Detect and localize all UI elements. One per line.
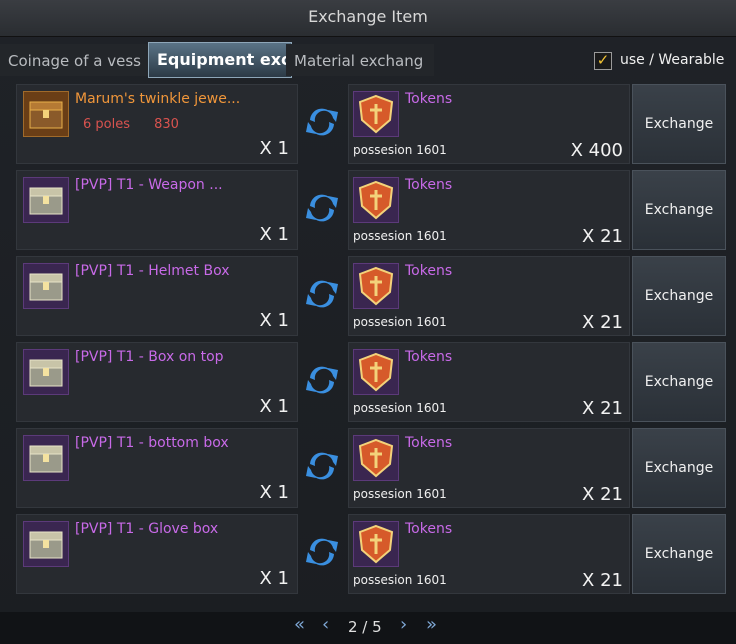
token-name: Tokens <box>405 91 453 107</box>
exchange-list: Marum's twinkle jewe... 6 poles 830 X 1 … <box>12 84 728 604</box>
first-page-icon[interactable]: « <box>294 614 305 635</box>
reward-qty: X 1 <box>259 310 289 331</box>
exchange-arrow-icon <box>302 446 342 486</box>
cost-cell[interactable]: Tokens possesion 1601 X 21 <box>348 170 630 250</box>
token-icon <box>353 263 399 309</box>
possession-count: possesion 1601 <box>353 573 447 587</box>
chest-icon <box>23 521 69 567</box>
exchange-row: [PVP] T1 - Box on top X 1 Tokens possesi… <box>12 342 728 422</box>
exchange-row: [PVP] T1 - bottom box X 1 Tokens possesi… <box>12 428 728 508</box>
cost-cell[interactable]: Tokens possesion 1601 X 21 <box>348 256 630 336</box>
chest-icon <box>23 435 69 481</box>
reward-cell[interactable]: [PVP] T1 - Box on top X 1 <box>16 342 298 422</box>
page-indicator: 2 / 5 <box>348 618 382 636</box>
exchange-button[interactable]: Exchange <box>632 342 726 422</box>
reward-qty: X 1 <box>259 482 289 503</box>
possession-count: possesion 1601 <box>353 487 447 501</box>
reward-cell[interactable]: [PVP] T1 - Helmet Box X 1 <box>16 256 298 336</box>
stat-value: 830 <box>154 117 179 132</box>
cost-cell[interactable]: Tokens possesion 1601 X 21 <box>348 428 630 508</box>
exchange-arrow-icon <box>302 102 342 142</box>
reward-name: [PVP] T1 - Helmet Box <box>75 263 230 279</box>
exchange-button[interactable]: Exchange <box>632 256 726 336</box>
reward-qty: X 1 <box>259 396 289 417</box>
reward-name: Marum's twinkle jewe... <box>75 91 241 107</box>
prev-page-icon[interactable]: ‹ <box>322 614 329 635</box>
wearable-checkbox[interactable]: ✓ <box>594 52 612 70</box>
cost-cell[interactable]: Tokens possesion 1601 X 21 <box>348 514 630 594</box>
chest-icon <box>23 177 69 223</box>
token-icon <box>353 521 399 567</box>
chest-icon <box>23 91 69 137</box>
window-title: Exchange Item <box>0 0 736 37</box>
possession-count: possesion 1601 <box>353 401 447 415</box>
exchange-button[interactable]: Exchange <box>632 428 726 508</box>
possession-count: possesion 1601 <box>353 143 447 157</box>
cost-qty: X 21 <box>582 484 623 505</box>
possession-count: possesion 1601 <box>353 315 447 329</box>
reward-name: [PVP] T1 - bottom box <box>75 435 229 451</box>
token-name: Tokens <box>405 435 453 451</box>
exchange-arrow-icon <box>302 360 342 400</box>
token-name: Tokens <box>405 177 453 193</box>
tab-material[interactable]: Material exchang <box>286 44 434 76</box>
tab-coinage[interactable]: Coinage of a vess <box>0 44 148 76</box>
wearable-label: use / Wearable <box>620 52 725 68</box>
pagination: « ‹ 2 / 5 › » <box>0 612 736 644</box>
last-page-icon[interactable]: » <box>426 614 437 635</box>
exchange-button[interactable]: Exchange <box>632 514 726 594</box>
reward-cell[interactable]: [PVP] T1 - Weapon ... X 1 <box>16 170 298 250</box>
token-name: Tokens <box>405 349 453 365</box>
token-name: Tokens <box>405 263 453 279</box>
cost-qty: X 21 <box>582 570 623 591</box>
exchange-arrow-icon <box>302 274 342 314</box>
next-page-icon[interactable]: › <box>400 614 407 635</box>
tab-equipment[interactable]: Equipment excl <box>148 42 292 78</box>
possession-count: possesion 1601 <box>353 229 447 243</box>
cost-qty: X 21 <box>582 226 623 247</box>
reward-qty: X 1 <box>259 224 289 245</box>
reward-qty: X 1 <box>259 138 289 159</box>
token-name: Tokens <box>405 521 453 537</box>
reward-cell[interactable]: Marum's twinkle jewe... 6 poles 830 X 1 <box>16 84 298 164</box>
reward-cell[interactable]: [PVP] T1 - bottom box X 1 <box>16 428 298 508</box>
reward-name: [PVP] T1 - Weapon ... <box>75 177 223 193</box>
exchange-row: [PVP] T1 - Helmet Box X 1 Tokens possesi… <box>12 256 728 336</box>
exchange-window: Exchange Item Coinage of a vess Equipmen… <box>0 0 736 644</box>
cost-cell[interactable]: Tokens possesion 1601 X 400 <box>348 84 630 164</box>
exchange-row: [PVP] T1 - Weapon ... X 1 Tokens possesi… <box>12 170 728 250</box>
cost-qty: X 21 <box>582 398 623 419</box>
token-icon <box>353 91 399 137</box>
token-icon <box>353 435 399 481</box>
cost-qty: X 400 <box>570 140 623 161</box>
exchange-row: [PVP] T1 - Glove box X 1 Tokens possesio… <box>12 514 728 594</box>
reward-qty: X 1 <box>259 568 289 589</box>
exchange-row: Marum's twinkle jewe... 6 poles 830 X 1 … <box>12 84 728 164</box>
cost-qty: X 21 <box>582 312 623 333</box>
chest-icon <box>23 263 69 309</box>
exchange-arrow-icon <box>302 532 342 572</box>
token-icon <box>353 349 399 395</box>
exchange-button[interactable]: Exchange <box>632 84 726 164</box>
chest-icon <box>23 349 69 395</box>
exchange-arrow-icon <box>302 188 342 228</box>
poles-label: 6 poles <box>83 117 130 132</box>
reward-stats: 6 poles 830 <box>83 117 179 132</box>
cost-cell[interactable]: Tokens possesion 1601 X 21 <box>348 342 630 422</box>
token-icon <box>353 177 399 223</box>
exchange-button[interactable]: Exchange <box>632 170 726 250</box>
reward-name: [PVP] T1 - Glove box <box>75 521 219 537</box>
reward-name: [PVP] T1 - Box on top <box>75 349 224 365</box>
reward-cell[interactable]: [PVP] T1 - Glove box X 1 <box>16 514 298 594</box>
